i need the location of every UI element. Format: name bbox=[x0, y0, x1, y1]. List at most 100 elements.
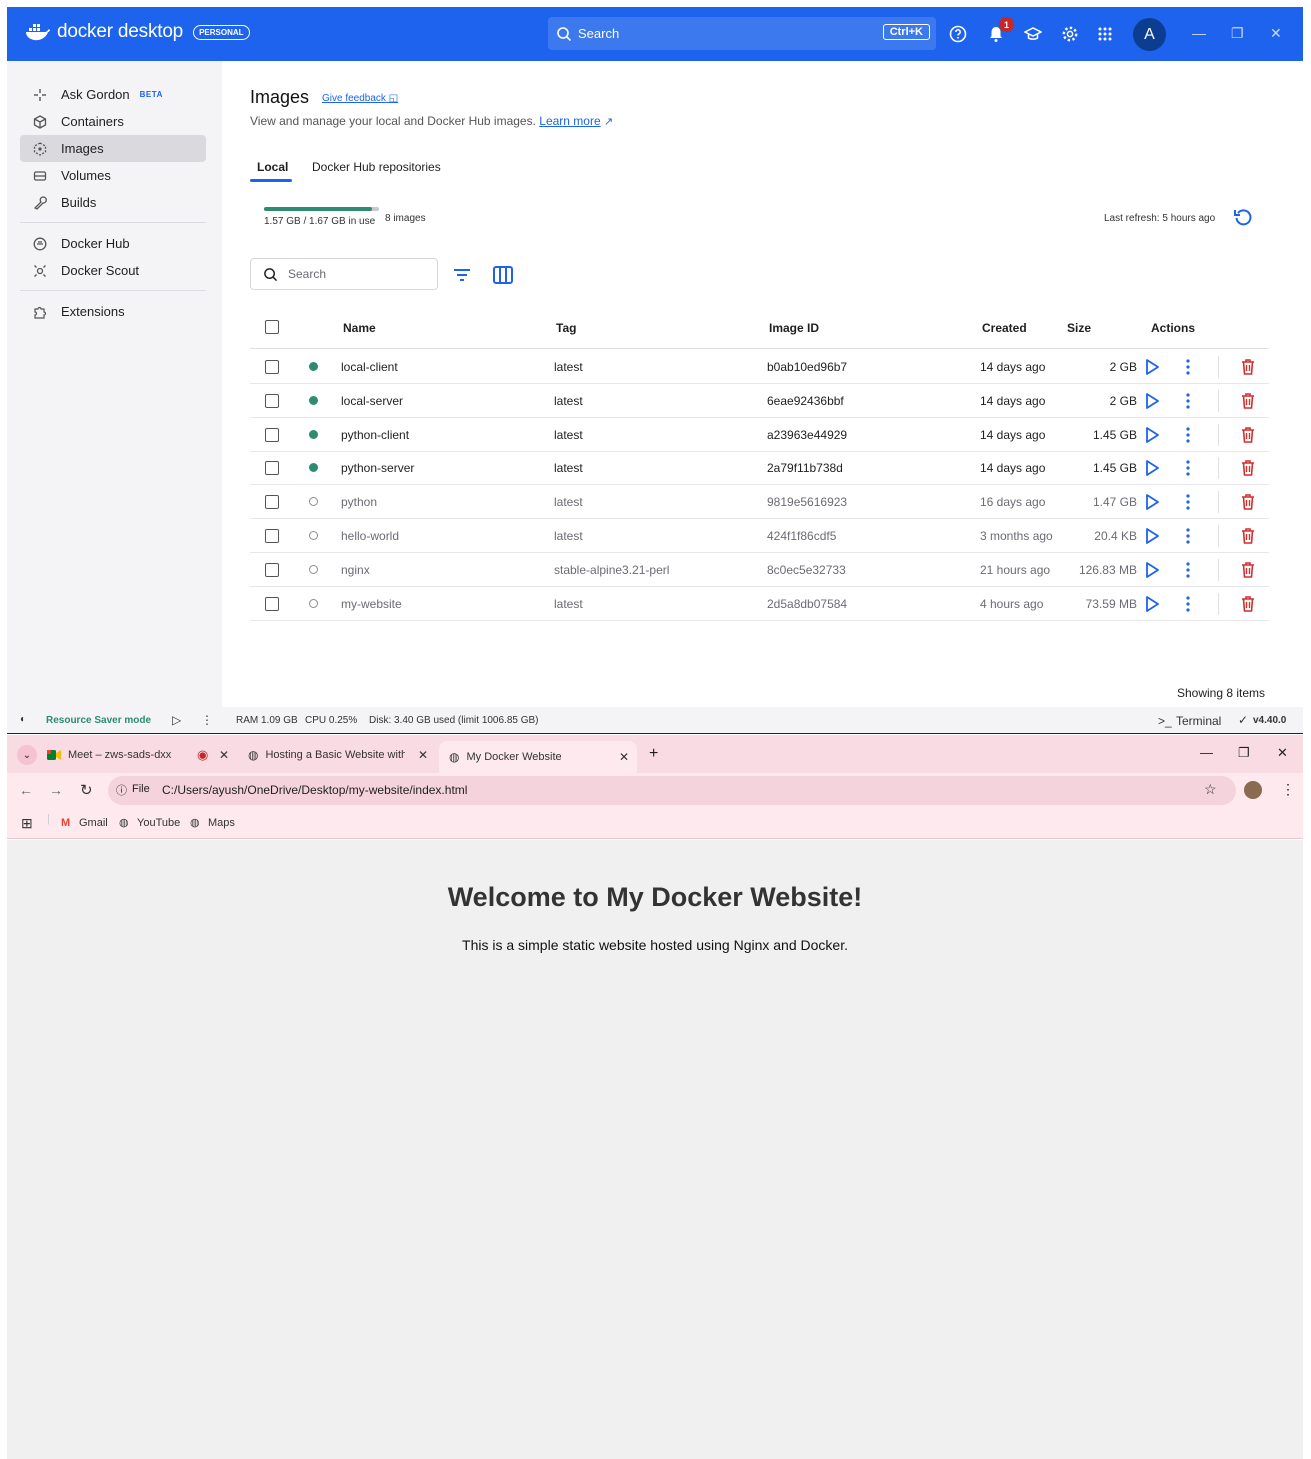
delete-trash-icon[interactable] bbox=[1240, 595, 1256, 613]
help-icon[interactable] bbox=[947, 23, 969, 45]
sidebar-item-containers[interactable]: Containers bbox=[20, 108, 206, 135]
table-row[interactable]: local-server latest 6eae92436bbf 14 days ag… bbox=[250, 384, 1269, 418]
url-text[interactable]: C:/Users/ayush/OneDrive/Desktop/my-websi… bbox=[162, 783, 467, 797]
image-search-input[interactable]: Search bbox=[250, 258, 438, 290]
more-options-icon[interactable] bbox=[1184, 426, 1192, 444]
global-search[interactable]: Search Ctrl+K bbox=[548, 17, 936, 50]
sidebar-item-ask-gordon[interactable]: Ask Gordon BETA bbox=[20, 81, 206, 108]
tab-close-icon[interactable]: ✕ bbox=[219, 748, 229, 762]
more-options-icon[interactable] bbox=[1184, 493, 1192, 511]
table-row[interactable]: local-client latest b0ab10ed96b7 14 days ag… bbox=[250, 350, 1269, 384]
row-checkbox[interactable] bbox=[265, 562, 279, 577]
column-header-tag[interactable]: Tag bbox=[556, 321, 576, 335]
address-bar[interactable]: ⓘ File C:/Users/ayush/OneDrive/Desktop/m… bbox=[108, 776, 1236, 805]
select-all-checkbox[interactable] bbox=[265, 320, 279, 334]
delete-trash-icon[interactable] bbox=[1240, 527, 1256, 545]
row-checkbox[interactable] bbox=[265, 360, 279, 374]
sidebar-item-volumes[interactable]: Volumes bbox=[20, 162, 206, 189]
more-options-icon[interactable] bbox=[1184, 459, 1192, 477]
settings-gear-icon[interactable] bbox=[1059, 23, 1081, 45]
table-row[interactable]: python-server latest 2a79f11b738d 14 days a… bbox=[250, 451, 1269, 486]
row-checkbox[interactable] bbox=[265, 529, 279, 543]
tab-close-icon[interactable]: ✕ bbox=[619, 750, 629, 764]
forward-arrow-icon[interactable]: → bbox=[49, 782, 63, 798]
browser-tab-my-docker-website[interactable]: ◍ My Docker Website ✕ bbox=[439, 741, 637, 773]
run-play-icon[interactable] bbox=[1144, 595, 1160, 613]
delete-trash-icon[interactable] bbox=[1240, 493, 1256, 511]
run-play-icon[interactable] bbox=[1144, 561, 1160, 579]
image-name[interactable]: python-client bbox=[341, 428, 409, 442]
row-checkbox[interactable] bbox=[265, 427, 279, 442]
new-tab-plus-icon[interactable]: + bbox=[649, 745, 658, 763]
column-header-name[interactable]: Name bbox=[343, 321, 376, 335]
delete-trash-icon[interactable] bbox=[1240, 358, 1256, 376]
browser-tab-hosting[interactable]: ◍ Hosting a Basic Website with D ✕ bbox=[248, 741, 438, 769]
delete-trash-icon[interactable] bbox=[1240, 459, 1256, 477]
tab-search-chevron-icon[interactable]: ⌄ bbox=[17, 745, 37, 765]
table-row[interactable]: python latest 9819e5616923 16 days ago 1.47 … bbox=[250, 485, 1269, 520]
tab-docker-hub-repositories[interactable]: Docker Hub repositories bbox=[312, 160, 441, 174]
image-name[interactable]: python bbox=[341, 495, 377, 509]
back-arrow-icon[interactable]: ← bbox=[19, 782, 33, 798]
table-row[interactable]: python-client latest a23963e44929 14 days a… bbox=[250, 418, 1269, 452]
resource-saver-label[interactable]: Resource Saver mode bbox=[46, 715, 151, 726]
more-options-icon[interactable] bbox=[1184, 561, 1192, 579]
run-play-icon[interactable] bbox=[1144, 459, 1160, 477]
run-play-icon[interactable] bbox=[1144, 527, 1160, 545]
table-row[interactable]: my-website latest 2d5a8db07584 4 hours ago 7… bbox=[250, 587, 1269, 621]
sidebar-item-builds[interactable]: Builds bbox=[20, 189, 206, 216]
table-row[interactable]: nginx stable-alpine3.21-perl 8c0ec5e32733 2… bbox=[250, 553, 1269, 587]
learning-center-icon[interactable] bbox=[1022, 23, 1044, 45]
delete-trash-icon[interactable] bbox=[1240, 426, 1256, 444]
row-checkbox[interactable] bbox=[265, 393, 279, 408]
more-options-icon[interactable] bbox=[1184, 595, 1192, 613]
image-name[interactable]: hello-world bbox=[341, 529, 399, 543]
run-play-icon[interactable] bbox=[1144, 358, 1160, 376]
column-header-size[interactable]: Size bbox=[1067, 321, 1091, 335]
row-checkbox[interactable] bbox=[265, 461, 279, 476]
delete-trash-icon[interactable] bbox=[1240, 561, 1256, 579]
profile-avatar[interactable] bbox=[1244, 781, 1262, 799]
row-checkbox[interactable] bbox=[265, 596, 279, 611]
restore-icon[interactable]: ❐ bbox=[1231, 25, 1244, 42]
bookmark-gmail[interactable]: Gmail bbox=[79, 817, 108, 829]
browser-close-icon[interactable]: ✕ bbox=[1277, 745, 1288, 761]
filter-icon[interactable] bbox=[452, 265, 472, 285]
learn-more-link[interactable]: Learn more bbox=[539, 114, 600, 128]
more-options-icon[interactable] bbox=[1184, 392, 1192, 410]
run-play-icon[interactable] bbox=[1144, 493, 1160, 511]
url-scheme-chip[interactable]: File bbox=[132, 783, 150, 795]
sidebar-item-extensions[interactable]: Extensions bbox=[20, 298, 206, 325]
run-play-icon[interactable] bbox=[1144, 426, 1160, 444]
minimize-icon[interactable]: — bbox=[1192, 25, 1206, 41]
run-play-icon[interactable] bbox=[1144, 392, 1160, 410]
browser-restore-icon[interactable]: ❐ bbox=[1238, 745, 1250, 761]
notifications-icon[interactable]: 1 bbox=[985, 17, 1014, 45]
column-header-created[interactable]: Created bbox=[982, 321, 1027, 335]
bookmark-maps[interactable]: Maps bbox=[208, 817, 235, 829]
footer-more-icon[interactable]: ⋮ bbox=[201, 713, 213, 727]
image-name[interactable]: my-website bbox=[341, 597, 402, 611]
bookmark-star-icon[interactable]: ☆ bbox=[1204, 781, 1217, 798]
sidebar-item-images[interactable]: Images bbox=[20, 135, 206, 162]
refresh-icon[interactable] bbox=[1233, 207, 1253, 227]
image-name[interactable]: python-server bbox=[341, 461, 414, 475]
image-name[interactable]: local-server bbox=[341, 394, 403, 408]
row-checkbox[interactable] bbox=[265, 495, 279, 510]
sidebar-item-docker-scout[interactable]: Docker Scout bbox=[20, 257, 206, 284]
sidebar-item-docker-hub[interactable]: Docker Hub bbox=[20, 230, 206, 257]
columns-icon[interactable] bbox=[492, 264, 514, 286]
apps-grid-icon[interactable] bbox=[1094, 23, 1116, 45]
image-name[interactable]: local-client bbox=[341, 360, 398, 374]
close-icon[interactable]: ✕ bbox=[1270, 25, 1282, 42]
more-options-icon[interactable] bbox=[1184, 527, 1192, 545]
engine-play-icon[interactable]: ▷ bbox=[172, 713, 181, 727]
delete-trash-icon[interactable] bbox=[1240, 392, 1256, 410]
table-row[interactable]: hello-world latest 424f1f86cdf5 3 months ag… bbox=[250, 519, 1269, 553]
more-options-icon[interactable] bbox=[1184, 358, 1192, 376]
browser-menu-icon[interactable]: ⋮ bbox=[1281, 781, 1295, 798]
browser-minimize-icon[interactable]: — bbox=[1200, 745, 1213, 760]
reload-icon[interactable]: ↻ bbox=[80, 781, 93, 799]
image-name[interactable]: nginx bbox=[341, 563, 370, 577]
terminal-button[interactable]: Terminal bbox=[1176, 714, 1221, 728]
